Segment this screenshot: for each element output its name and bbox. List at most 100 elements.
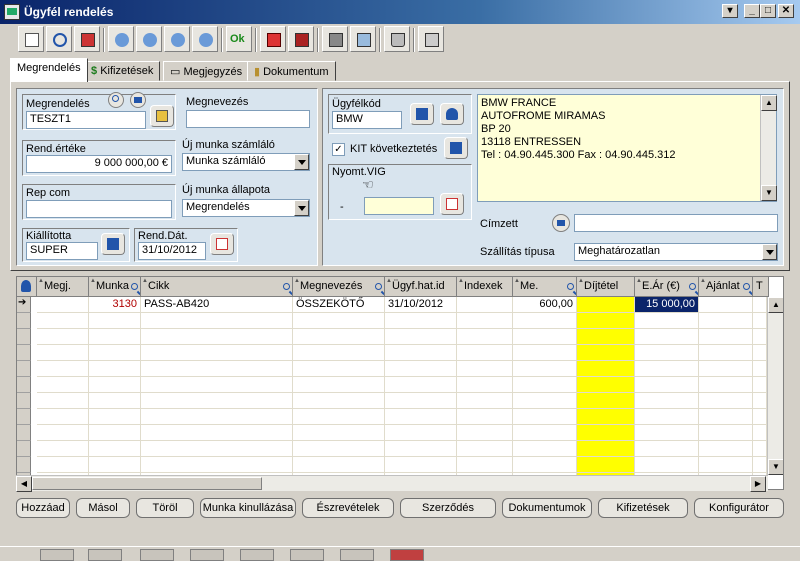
grid-cell-t[interactable]: [753, 329, 767, 345]
grid-cell-hatid[interactable]: [385, 409, 457, 425]
grid-cell-me[interactable]: [513, 409, 577, 425]
grid-header-ear[interactable]: ▲ E.Ár (€): [635, 277, 699, 297]
search-button[interactable]: [46, 26, 72, 52]
grid-cell-ear[interactable]: [635, 345, 699, 361]
grid-cell-indexek[interactable]: [457, 441, 513, 457]
grid-cell-cikk[interactable]: [141, 329, 293, 345]
kit-checkbox[interactable]: ✓: [332, 143, 345, 156]
taskbar-item[interactable]: [190, 549, 224, 561]
grid-cell-munka[interactable]: [89, 313, 141, 329]
grid-cell-megj[interactable]: [37, 409, 89, 425]
grid-header-dijtetel[interactable]: ▲ Díjtétel: [577, 277, 635, 297]
grid-cell-cikk[interactable]: [141, 441, 293, 457]
grid-cell-me[interactable]: 600,00: [513, 297, 577, 313]
order-lines-grid[interactable]: ▲ Megj. ▲ Munka ▲ Cikk ▲ Megnevezés ▲ Ügyf.ha…: [16, 276, 784, 490]
grid-cell-dijtetel[interactable]: [577, 457, 635, 473]
grid-cell-indexek[interactable]: [457, 297, 513, 313]
new-button[interactable]: [18, 26, 44, 52]
order-field[interactable]: TESZT1: [26, 111, 146, 129]
grid-cell-ear[interactable]: [635, 361, 699, 377]
grid-cell-dijtetel[interactable]: [577, 441, 635, 457]
grid-cell-ear[interactable]: 15 000,00: [635, 297, 699, 313]
ok-button[interactable]: Ok: [226, 26, 252, 52]
row-indicator[interactable]: [17, 345, 31, 361]
maximize-button[interactable]: □: [760, 4, 776, 18]
recipient-field[interactable]: [574, 214, 778, 232]
grid-cell-cikk[interactable]: [141, 409, 293, 425]
grid-cell-cikk[interactable]: [141, 313, 293, 329]
new-work-account-select[interactable]: Munka számláló: [182, 153, 310, 171]
row-indicator[interactable]: [17, 409, 31, 425]
trash-button[interactable]: [384, 26, 410, 52]
grid-cell-dijtetel[interactable]: [577, 409, 635, 425]
grid-header-indexek[interactable]: ▲ Indexek: [457, 277, 513, 297]
grid-cell-indexek[interactable]: [457, 313, 513, 329]
grid-cell-ear[interactable]: [635, 377, 699, 393]
grid-cell-t[interactable]: [753, 377, 767, 393]
grid-cell-munka[interactable]: [89, 441, 141, 457]
grid-header-ajanlat[interactable]: ▲ Ajánlat: [699, 277, 753, 297]
scroll-left-icon[interactable]: ◀: [16, 476, 32, 492]
grid-cell-indexek[interactable]: [457, 393, 513, 409]
taskbar-item[interactable]: [140, 549, 174, 561]
exit-button[interactable]: [288, 26, 314, 52]
recipient-lookup-button[interactable]: [552, 214, 570, 232]
grid-cell-ear[interactable]: [635, 313, 699, 329]
grid-cell-dijtetel[interactable]: [577, 393, 635, 409]
grid-cell-indexek[interactable]: [457, 409, 513, 425]
grid-cell-munka[interactable]: [89, 457, 141, 473]
print-calendar-button[interactable]: [440, 193, 464, 215]
grid-cell-ear[interactable]: [635, 409, 699, 425]
address-box[interactable]: BMW FRANCE AUTOFROME MIRAMAS BP 20 13118…: [477, 94, 777, 202]
kit-lookup-button[interactable]: [444, 137, 468, 159]
grid-cell-munka[interactable]: [89, 345, 141, 361]
row-indicator[interactable]: ➔: [17, 297, 31, 313]
grid-cell-indexek[interactable]: [457, 361, 513, 377]
grid-cell-me[interactable]: [513, 441, 577, 457]
grid-cell-dijtetel[interactable]: [577, 313, 635, 329]
grid-cell-ajanlat[interactable]: [699, 361, 753, 377]
remarks-button[interactable]: Észrevételek: [302, 498, 394, 518]
grid-cell-ajanlat[interactable]: [699, 425, 753, 441]
last-record-button[interactable]: [192, 26, 218, 52]
print-field[interactable]: [364, 197, 434, 215]
order-search-button[interactable]: [108, 92, 124, 108]
grid-header-megnevezes[interactable]: ▲ Megnevezés: [293, 277, 385, 297]
grid-cell-hatid[interactable]: [385, 425, 457, 441]
grid-cell-ear[interactable]: [635, 457, 699, 473]
grid-header-me[interactable]: ▲ Me.: [513, 277, 577, 297]
grid-cell-indexek[interactable]: [457, 425, 513, 441]
grid-cell-munka[interactable]: 3130: [89, 297, 141, 313]
grid-cell-me[interactable]: [513, 425, 577, 441]
grid-cell-megj[interactable]: [37, 425, 89, 441]
grid-cell-me[interactable]: [513, 361, 577, 377]
grid-header-hatid[interactable]: ▲ Ügyf.hat.id: [385, 277, 457, 297]
grid-header-megj[interactable]: ▲ Megj.: [37, 277, 89, 297]
scroll-down-icon[interactable]: ▼: [761, 185, 777, 201]
stack-button[interactable]: [418, 26, 444, 52]
grid-cell-megj[interactable]: [37, 457, 89, 473]
grid-cell-cikk[interactable]: PASS-AB420: [141, 297, 293, 313]
contract-button[interactable]: Szerződés: [400, 498, 496, 518]
grid-cell-dijtetel[interactable]: [577, 361, 635, 377]
row-indicator[interactable]: [17, 393, 31, 409]
scroll-up-icon[interactable]: ▲: [768, 297, 783, 313]
grid-cell-megj[interactable]: [37, 361, 89, 377]
order-date-field[interactable]: 31/10/2012: [138, 242, 206, 260]
grid-cell-hatid[interactable]: [385, 377, 457, 393]
grid-cell-me[interactable]: [513, 345, 577, 361]
row-indicator[interactable]: [17, 425, 31, 441]
grid-cell-dijtetel[interactable]: [577, 345, 635, 361]
window-menu-button[interactable]: ▾: [722, 4, 738, 18]
grid-cell-megnevezes[interactable]: [293, 313, 385, 329]
add-button[interactable]: Hozzáad: [16, 498, 70, 518]
grid-cell-cikk[interactable]: [141, 457, 293, 473]
grid-cell-megj[interactable]: [37, 377, 89, 393]
grid-cell-megj[interactable]: [37, 345, 89, 361]
close-button[interactable]: ✕: [778, 4, 794, 18]
grid-cell-megj[interactable]: [37, 313, 89, 329]
grid-header-munka[interactable]: ▲ Munka: [89, 277, 141, 297]
order-edit-button[interactable]: [150, 105, 174, 127]
grid-cell-ajanlat[interactable]: [699, 329, 753, 345]
grid-cell-ajanlat[interactable]: [699, 441, 753, 457]
